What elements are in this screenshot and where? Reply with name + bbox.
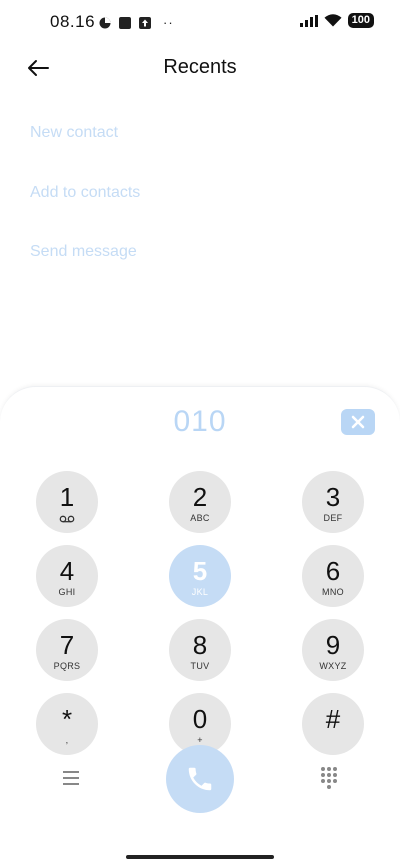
dialed-number: 010 [173, 405, 227, 438]
key-digit: 0 [192, 704, 208, 734]
key-letters: TUV [190, 661, 210, 671]
key-letters: DEF [323, 513, 343, 523]
status-system-icons: 100 [299, 13, 374, 28]
key-6[interactable]: 6 MNO [302, 545, 364, 607]
key-digit: 1 [59, 482, 75, 512]
delete-icon [351, 415, 365, 429]
backspace-button[interactable] [341, 409, 375, 435]
key-letters: PQRS [53, 661, 81, 671]
phone-icon [188, 767, 212, 791]
square-notification-icon [119, 16, 131, 29]
key-letters: JKL [191, 587, 209, 597]
key-digit: 5 [192, 556, 208, 586]
dialer-sheet: 010 1 2 ABC 3 DEF 4 GHI 5 JKL 6 MNO 7 PQ… [0, 386, 400, 866]
dialer-bottom-row [0, 742, 400, 822]
key-letters: ABC [190, 513, 210, 523]
phone-screen: 08.16 ·· 100 Recents New contact Add to … [0, 0, 400, 866]
menu-icon[interactable] [58, 765, 84, 791]
status-time: 08.16 [50, 12, 96, 31]
signal-icon [299, 14, 318, 27]
key-digit: 6 [325, 556, 341, 586]
home-indicator[interactable] [126, 855, 274, 859]
key-digit: 7 [59, 630, 75, 660]
key-digit: 4 [59, 556, 75, 586]
key-digit: # [325, 704, 341, 734]
upload-icon [139, 16, 151, 29]
status-notification-icons: ·· [99, 15, 174, 30]
dialpad-icon[interactable] [316, 764, 342, 790]
key-digit: * [61, 704, 73, 734]
data-saver-icon [99, 17, 111, 28]
voicemail-icon [59, 515, 75, 523]
page-title: Recents [163, 56, 237, 78]
key-1[interactable]: 1 [36, 471, 98, 533]
key-digit: 3 [325, 482, 341, 512]
key-4[interactable]: 4 GHI [36, 545, 98, 607]
header: Recents [0, 44, 400, 94]
key-7[interactable]: 7 PQRS [36, 619, 98, 681]
key-3[interactable]: 3 DEF [302, 471, 364, 533]
key-8[interactable]: 8 TUV [169, 619, 231, 681]
action-list: New contact Add to contacts Send message [30, 110, 140, 289]
status-bar: 08.16 ·· 100 [0, 0, 400, 44]
new-contact-action[interactable]: New contact [30, 110, 140, 170]
key-letters: GHI [58, 587, 76, 597]
key-digit: 9 [325, 630, 341, 660]
key-letters: WXYZ [319, 661, 347, 671]
key-letters: MNO [322, 587, 344, 597]
key-digit: 8 [192, 630, 208, 660]
call-button[interactable] [166, 745, 234, 813]
key-2[interactable]: 2 ABC [169, 471, 231, 533]
battery-icon: 100 [347, 13, 374, 28]
send-message-action[interactable]: Send message [30, 229, 140, 289]
key-5[interactable]: 5 JKL [169, 545, 231, 607]
key-9[interactable]: 9 WXYZ [302, 619, 364, 681]
status-more-dots: ·· [163, 15, 174, 30]
key-digit: 2 [192, 482, 208, 512]
wifi-icon [324, 14, 342, 27]
add-to-contacts-action[interactable]: Add to contacts [30, 170, 140, 230]
